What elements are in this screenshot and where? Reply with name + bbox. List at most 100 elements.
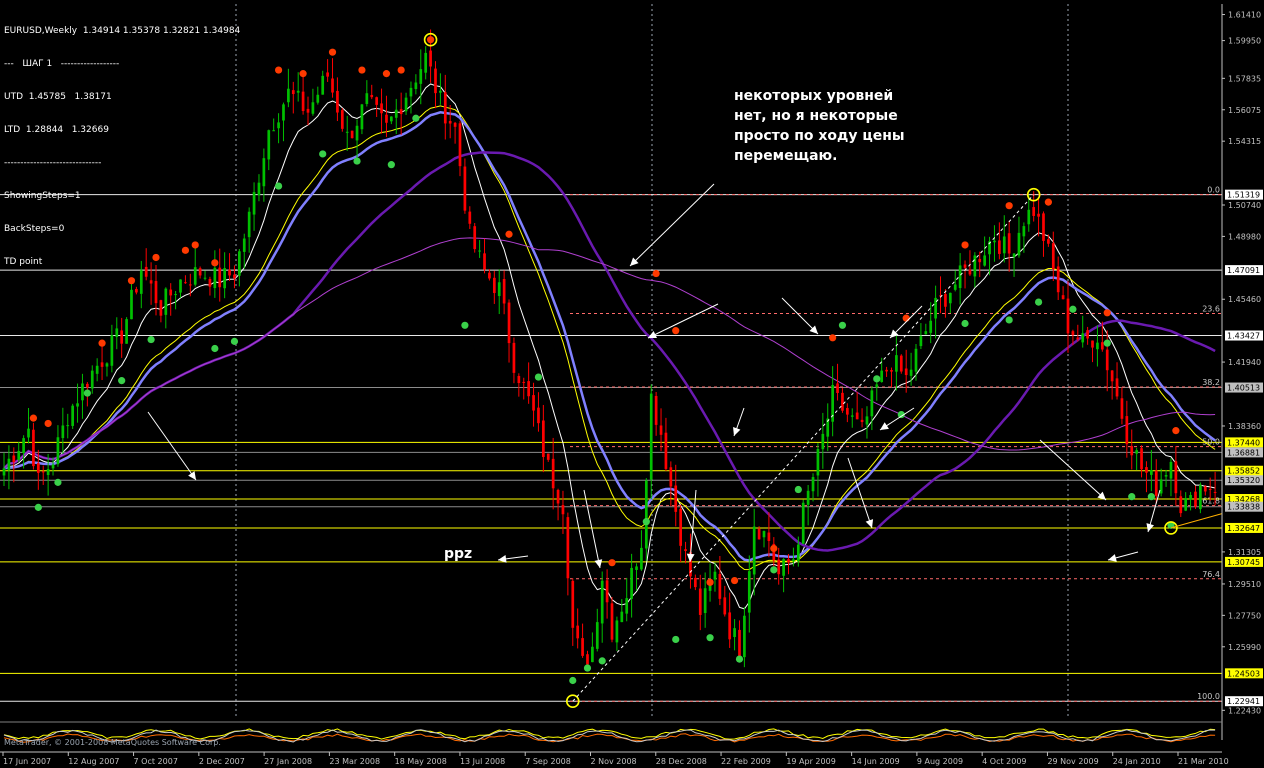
candle-body [914,348,918,372]
candle-body [257,182,261,196]
price-tick-label: 1.41940 [1228,358,1261,367]
candle-body [434,68,437,94]
candle-body [630,567,633,599]
fractal-low-dot [412,114,420,122]
candle-body [453,122,457,127]
symbol-line: EURUSD,Weekly 1.34914 1.35378 1.32821 1.… [4,26,241,36]
fractal-low-dot [642,518,650,526]
candle-body [380,103,383,114]
candle-body [1159,479,1163,494]
fractal-high-dot [829,334,837,342]
candle-body [1076,337,1080,340]
candle-body [885,369,888,372]
candle-body [463,166,467,211]
candle-body [51,464,55,469]
price-label-text: 1.30745 [1227,558,1260,567]
fractal-low-dot [274,182,283,190]
candle-body [659,425,663,435]
annotation-arrow [847,457,873,529]
candle-body [120,330,124,344]
annotation-arrow [147,411,197,481]
candle-body [576,625,580,639]
candle-body [1125,416,1129,445]
candle-body [17,450,21,460]
candle-body [919,336,923,347]
fibo-label: 76.4 [1202,570,1220,579]
price-tick-label: 1.25990 [1228,643,1261,652]
candle-body [615,620,619,643]
candle-body [1184,498,1188,511]
price-tick-label: 1.45460 [1228,295,1261,304]
candle-body [267,130,271,160]
candle-body [649,393,653,480]
candle-body [1066,298,1070,334]
candle-body [355,125,359,141]
price-tick-label: 1.57835 [1228,74,1261,83]
fractal-high-dot [961,241,969,249]
candle-body [1135,450,1138,454]
candle-body [674,485,678,512]
fractal-low-dot [1034,298,1043,306]
candle-body [1203,486,1207,492]
candle-body [429,50,432,67]
date-tick-label: 21 Mar 2010 [1178,757,1229,766]
candle-body [497,282,501,297]
note-line: нет, но я некоторые [734,108,898,124]
candle-body [654,395,658,425]
price-tick-label: 1.31305 [1228,548,1261,557]
candle-body [1096,342,1099,350]
candle-body [1164,475,1168,477]
candle-body [125,319,128,344]
candle-body [782,559,785,576]
fractal-low-dot [1147,493,1155,501]
candle-body [1061,295,1065,300]
candle-body [556,489,560,504]
candle-body [507,302,511,344]
candle-body [821,433,825,450]
candle-body [860,419,864,423]
candle-body [409,87,413,97]
price-label-text: 1.35852 [1227,467,1260,476]
candle-body [600,580,604,624]
candle-body [929,320,933,333]
arrow-head [686,553,695,562]
price-tick-label: 1.56075 [1228,106,1261,115]
fractal-high-dot [358,66,366,74]
price-tick-label: 1.29510 [1228,580,1261,589]
candle-body [1042,213,1045,241]
candle-body [948,292,952,304]
candle-body [571,580,575,628]
candle-body [1169,461,1173,479]
candle-body [301,91,305,112]
fractal-low-dot [54,478,62,486]
fractal-low-dot [794,485,802,494]
candle-body [1007,233,1011,254]
candle-body [703,588,707,614]
candle-body [414,82,418,90]
candle-body [1179,496,1183,514]
candle-body [595,622,599,649]
candle-body [130,289,133,320]
fractal-low-dot [706,634,714,642]
candle-body [365,93,369,104]
candle-body [492,277,496,294]
candle-body [336,90,339,113]
date-tick-label: 28 Dec 2008 [656,757,707,766]
candle-body [561,505,565,515]
candle-body [56,437,60,465]
candle-body [66,425,70,427]
candle-body [1071,331,1075,336]
candle-body [448,121,452,124]
candle-body [963,264,967,268]
price-tick-label: 1.22430 [1228,706,1261,715]
price-tick-label: 1.38360 [1228,422,1261,431]
date-tick-label: 9 Aug 2009 [917,757,963,766]
candle-body [542,420,545,458]
candle-body [1150,469,1153,475]
candle-body [605,580,609,603]
fractal-high-dot [98,339,106,347]
candle-body [2,468,6,476]
candle-body [586,654,589,665]
candle-body [36,463,40,473]
price-label-text: 1.37440 [1227,438,1260,447]
